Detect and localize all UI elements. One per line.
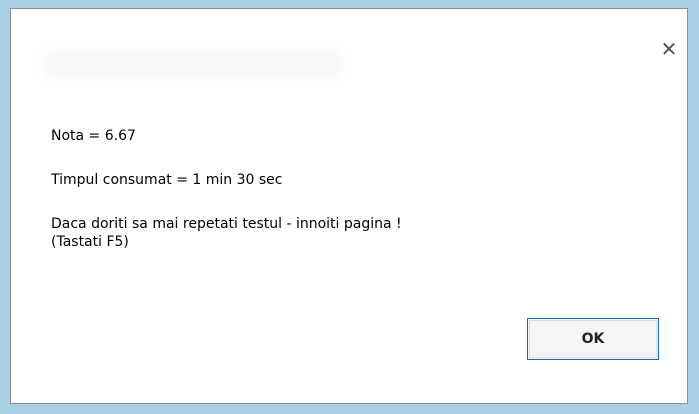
close-icon: ✕: [660, 37, 678, 61]
dialog-buttons: OK: [527, 318, 659, 360]
close-button[interactable]: ✕: [657, 37, 681, 61]
dialog-message: Nota = 6.67 Timpul consumat = 1 min 30 s…: [51, 127, 402, 251]
dialog-title-redacted: [45, 51, 341, 77]
dialog-title-area: [45, 45, 345, 85]
ok-button-label: OK: [581, 331, 605, 347]
grade-text: Nota = 6.67: [51, 128, 136, 144]
repeat-instruction-text: Daca doriti sa mai repetati testul - inn…: [51, 216, 402, 232]
ok-button[interactable]: OK: [527, 318, 659, 360]
f5-hint-text: (Tastati F5): [51, 234, 129, 250]
time-used-text: Timpul consumat = 1 min 30 sec: [51, 172, 283, 188]
alert-dialog: ✕ Nota = 6.67 Timpul consumat = 1 min 30…: [10, 8, 688, 404]
